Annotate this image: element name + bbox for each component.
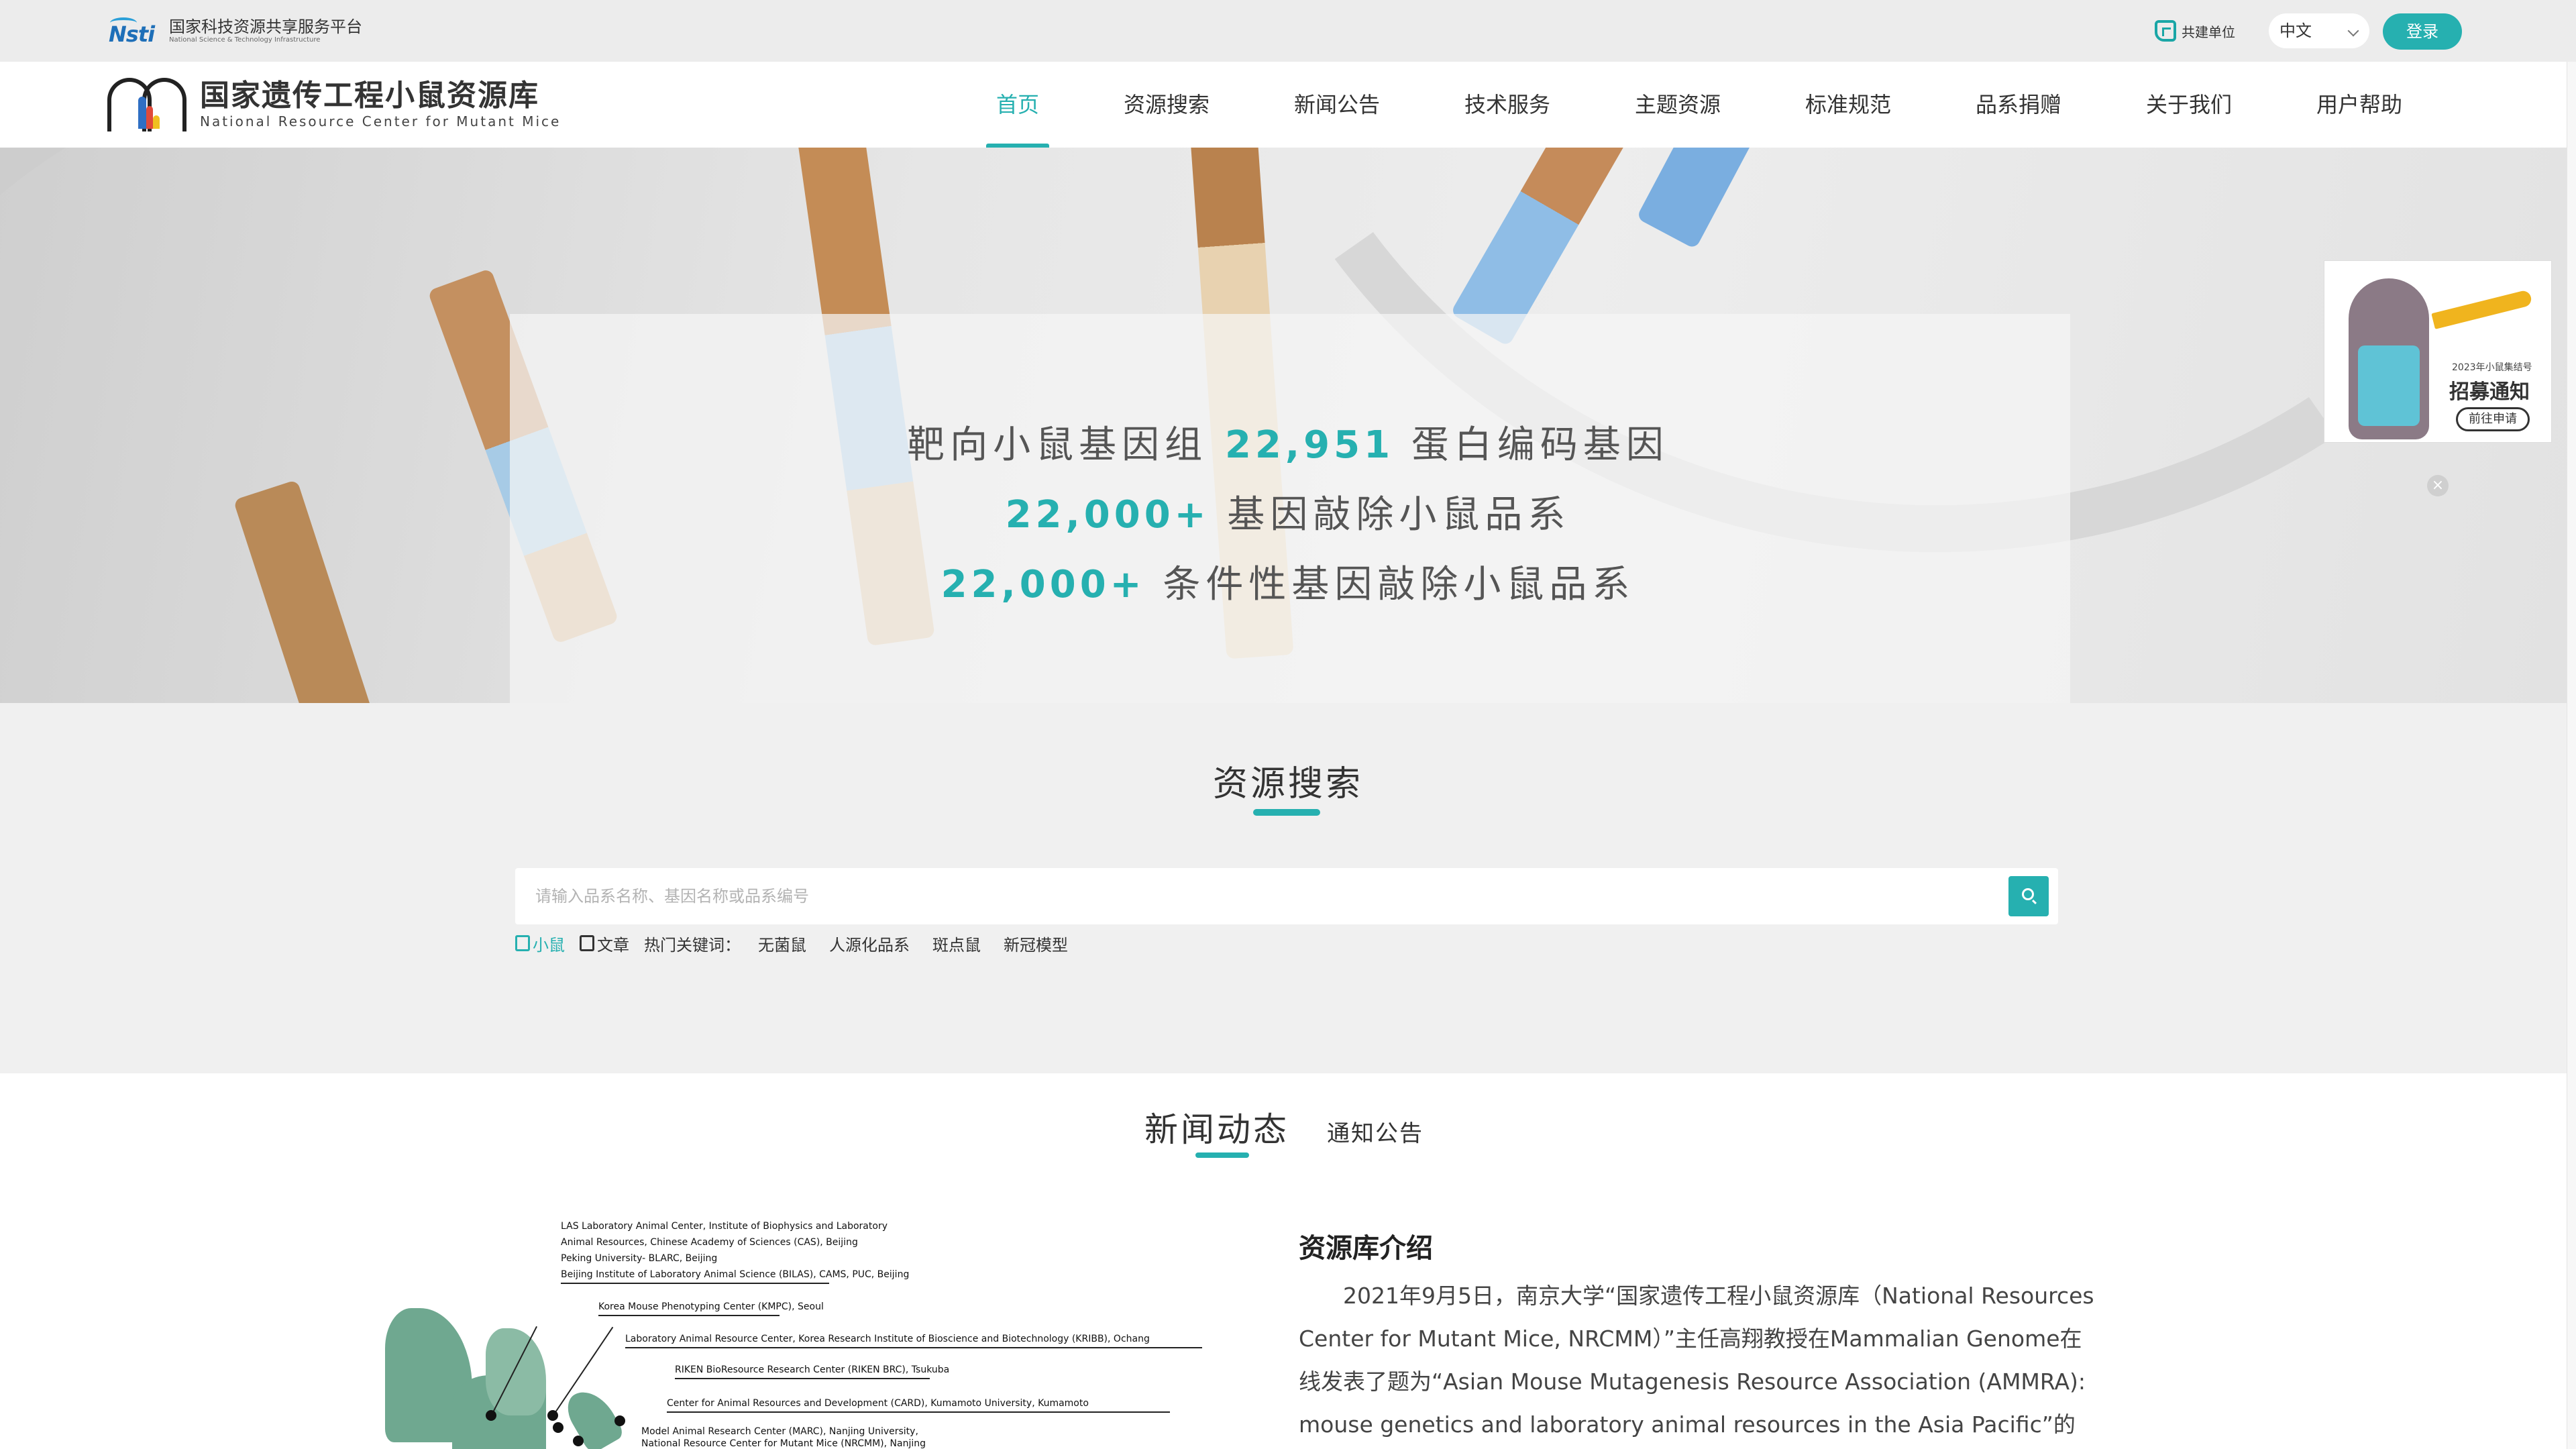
- platform-name: 国家科技资源共享服务平台: [169, 17, 362, 36]
- keyword-link[interactable]: 斑点鼠: [932, 932, 981, 955]
- search-type-article[interactable]: 文章: [580, 932, 629, 955]
- map-label: Model Animal Research Center (MARC), Nan…: [641, 1426, 918, 1437]
- tab-active-indicator: [1195, 1152, 1249, 1158]
- title-underline: [1253, 809, 1320, 816]
- news-section: 新闻动态 通知公告 LAS Laboratory Animal Center, …: [0, 1073, 2576, 1449]
- article-summary: 2021年9月5日，南京大学“国家遗传工程小鼠资源库（National Reso…: [1299, 1283, 2094, 1438]
- nsti-logo: Nsti: [109, 17, 161, 47]
- hot-keywords-label: 热门关键词：: [644, 935, 741, 955]
- nav-item-donation[interactable]: 品系捐赠: [1975, 62, 2062, 148]
- recruitment-ad[interactable]: 2023年小鼠集结号 招募通知 前往申请: [2324, 260, 2552, 443]
- map-marker: [553, 1422, 564, 1433]
- keyword-link[interactable]: 新冠模型: [1004, 932, 1068, 955]
- hero-stat-genes: 靶向小鼠基因组 22,951 蛋白编码基因: [907, 423, 1669, 467]
- chevron-down-icon: [2347, 25, 2359, 37]
- partner-link[interactable]: 共建单位: [2155, 20, 2235, 42]
- search-options: 小鼠 文章 热门关键词： 无菌鼠 人源化品系 斑点鼠 新冠模型: [515, 930, 1091, 957]
- hero-stat-knockout: 22,000+ 基因敲除小鼠品系: [1005, 493, 1571, 537]
- nav-item-about[interactable]: 关于我们: [2145, 62, 2233, 148]
- search-input[interactable]: [515, 868, 1991, 924]
- search-box: [515, 868, 2058, 924]
- site-logo-link[interactable]: 国家遗传工程小鼠资源库 National Resource Center for…: [107, 76, 561, 131]
- document-icon: [580, 935, 594, 951]
- article-title[interactable]: 资源库介绍: [1299, 1226, 1433, 1265]
- hero-number: 22,000+: [1005, 493, 1210, 537]
- partner-icon: [2155, 20, 2176, 42]
- site-header: 国家遗传工程小鼠资源库 National Resource Center for…: [0, 62, 2576, 148]
- ad-title: 招募通知: [2449, 380, 2530, 404]
- page-scrollbar[interactable]: [2567, 62, 2576, 1449]
- map-label: Center for Animal Resources and Developm…: [667, 1398, 1089, 1409]
- search-button[interactable]: [2008, 876, 2049, 916]
- map-label: Peking University- BLARC, Beijing: [561, 1253, 718, 1264]
- map-label: LAS Laboratory Animal Center, Institute …: [561, 1221, 888, 1232]
- login-button[interactable]: 登录: [2383, 13, 2462, 50]
- hero-stat-conditional: 22,000+ 条件性基因敲除小鼠品系: [941, 563, 1635, 606]
- ad-subtitle: 2023年小鼠集结号: [2452, 362, 2532, 373]
- site-title-en: National Resource Center for Mutant Mice: [200, 113, 561, 129]
- platform-logo-link[interactable]: Nsti 国家科技资源共享服务平台 National Science & Tec…: [109, 17, 362, 47]
- asia-pacific-map: LAS Laboratory Animal Center, Institute …: [385, 1214, 1217, 1449]
- map-label: Korea Mouse Phenotyping Center (KMPC), S…: [598, 1301, 824, 1312]
- map-label: Laboratory Animal Resource Center, Korea…: [625, 1334, 1150, 1344]
- nav-item-help[interactable]: 用户帮助: [2316, 62, 2403, 148]
- hero-number: 22,951: [1224, 423, 1395, 467]
- keyword-link[interactable]: 人源化品系: [829, 932, 910, 955]
- close-icon[interactable]: ×: [2427, 475, 2449, 496]
- search-section: 资源搜索 小鼠 文章 热门关键词： 无菌鼠 人源化品系 斑点鼠 新冠模型: [0, 703, 2576, 1073]
- nav-item-standards[interactable]: 标准规范: [1805, 62, 1892, 148]
- nav-item-resource-search[interactable]: 资源搜索: [1123, 62, 1210, 148]
- main-nav: 首页 资源搜索 新闻公告 技术服务 主题资源 标准规范 品系捐赠 关于我们 用户…: [986, 62, 2403, 148]
- search-type-mouse[interactable]: 小鼠: [515, 932, 565, 955]
- map-marker: [614, 1415, 625, 1426]
- tab-notices[interactable]: 通知公告: [1327, 1115, 1424, 1148]
- platform-bar: Nsti 国家科技资源共享服务平台 National Science & Tec…: [0, 0, 2576, 62]
- nav-item-news[interactable]: 新闻公告: [1293, 62, 1381, 148]
- map-label: RIKEN BioResource Research Center (RIKEN…: [675, 1364, 950, 1375]
- search-icon: [2022, 888, 2034, 900]
- keyword-link[interactable]: 无菌鼠: [758, 932, 806, 955]
- nav-item-topics[interactable]: 主题资源: [1634, 62, 1721, 148]
- map-label: National Resource Center for Mutant Mice…: [641, 1438, 926, 1449]
- partner-label: 共建单位: [2182, 23, 2235, 40]
- nsti-logo-text: Nsti: [109, 21, 155, 47]
- platform-name-en: National Science & Technology Infrastruc…: [169, 36, 321, 44]
- mouse-icon: [515, 935, 530, 951]
- map-label: Beijing Institute of Laboratory Animal S…: [561, 1269, 910, 1280]
- nav-item-tech-service[interactable]: 技术服务: [1464, 62, 1551, 148]
- language-value: 中文: [2279, 21, 2312, 40]
- hero-banner: 靶向小鼠基因组 22,951 蛋白编码基因 22,000+ 基因敲除小鼠品系 2…: [0, 148, 2576, 703]
- hero-number: 22,000+: [941, 563, 1146, 606]
- tab-news[interactable]: 新闻动态: [1144, 1103, 1289, 1151]
- map-marker: [573, 1436, 584, 1446]
- trumpet-image: [2431, 289, 2533, 329]
- map-marker: [547, 1410, 558, 1421]
- map-marker: [486, 1410, 496, 1421]
- map-label: Animal Resources, Chinese Academy of Sci…: [561, 1237, 858, 1248]
- site-logo-icon: [107, 76, 189, 131]
- search-section-title: 资源搜索: [1212, 764, 1363, 804]
- language-select[interactable]: 中文: [2269, 13, 2369, 48]
- site-title: 国家遗传工程小鼠资源库: [200, 78, 539, 113]
- ad-apply-button[interactable]: 前往申请: [2456, 407, 2530, 431]
- nav-item-home[interactable]: 首页: [986, 62, 1049, 148]
